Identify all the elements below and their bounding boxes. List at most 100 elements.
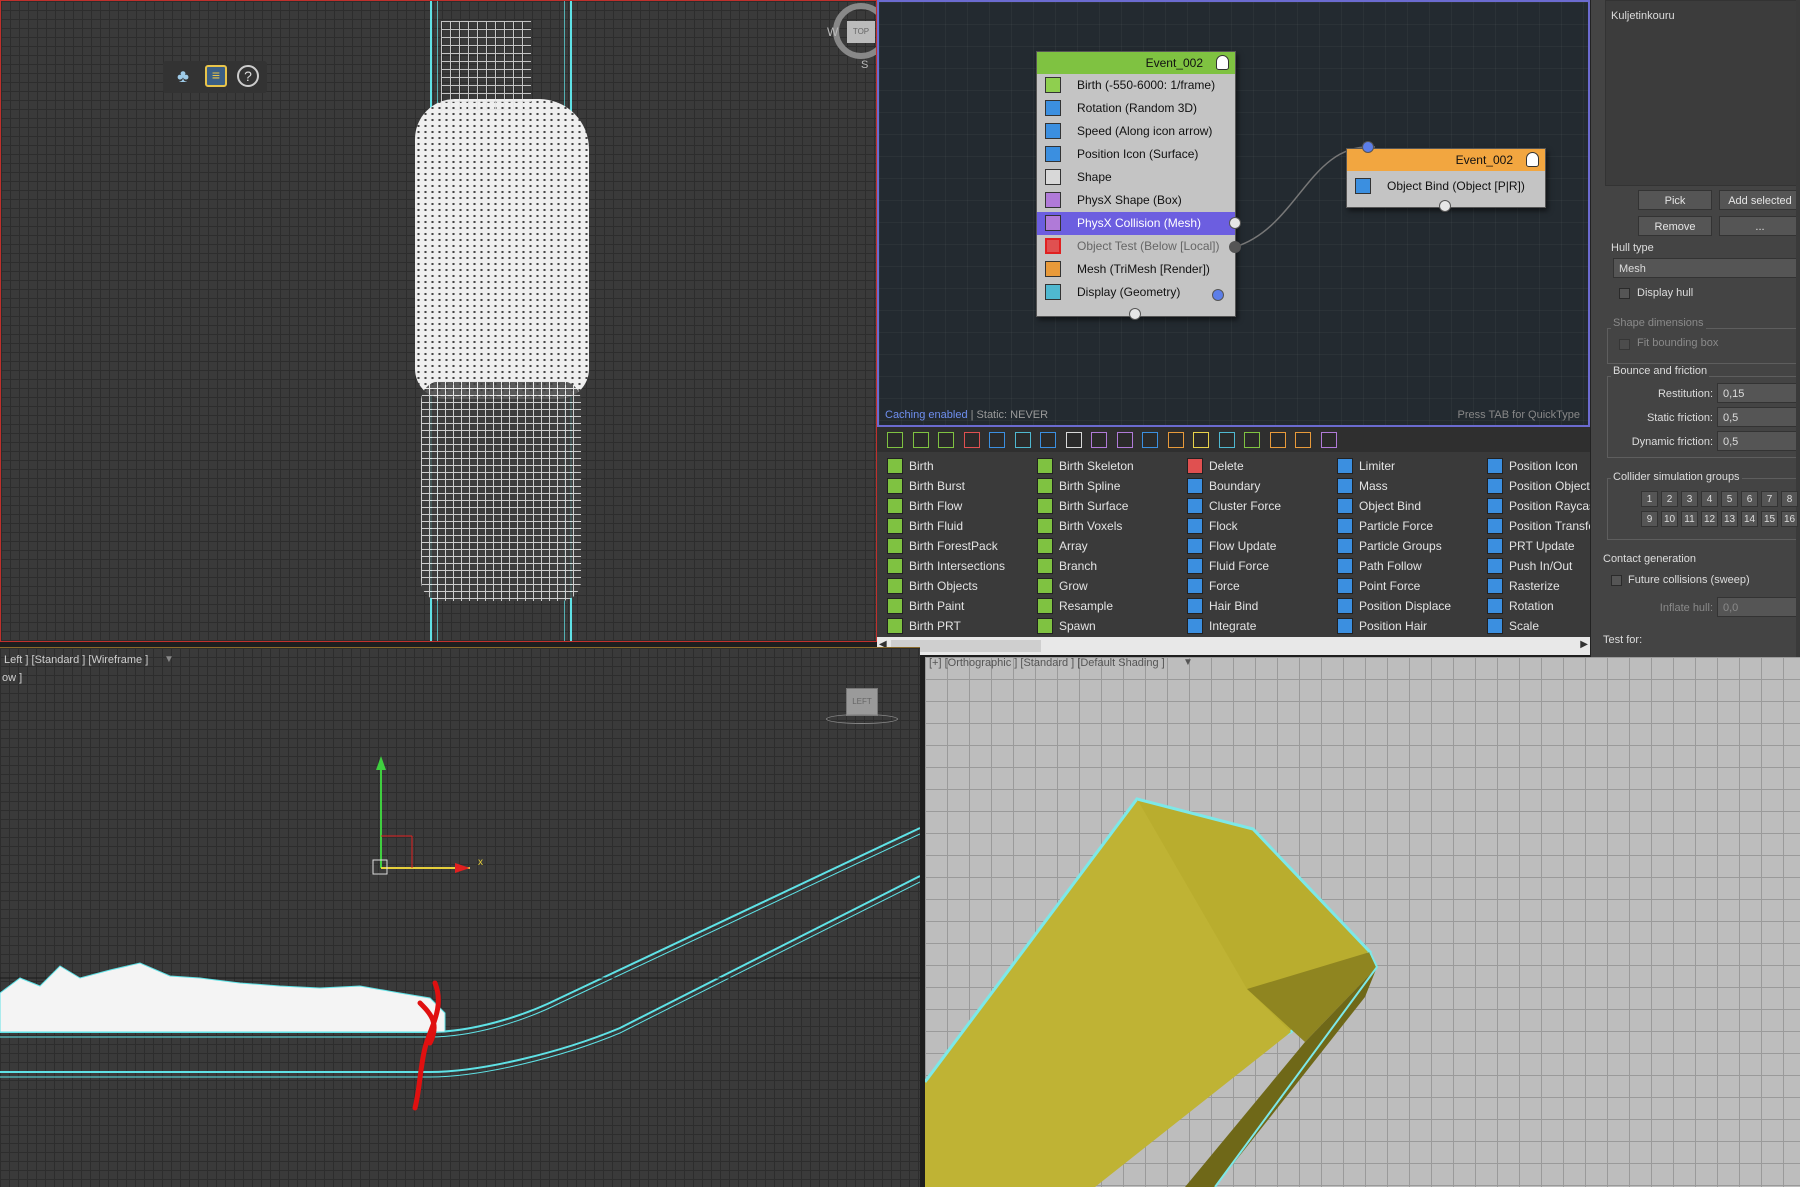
event-node-1[interactable]: Event_002 Birth (-550-6000: 1/frame) Rota… [1036,51,1236,317]
list-item[interactable]: Kuljetinkouru [1611,10,1675,22]
future-collisions-checkbox[interactable] [1611,575,1622,586]
depot-operator[interactable]: Integrate [1177,616,1327,636]
depot-operator[interactable]: Cluster Force [1177,496,1327,516]
depot-operator[interactable]: Delete [1177,456,1327,476]
group-number-button[interactable]: 1 [1641,491,1658,507]
view-cube-face[interactable]: TOP [847,21,875,43]
depot-operator[interactable]: Spawn [1027,616,1177,636]
depot-filter-icon[interactable] [1014,432,1031,448]
dynamic-friction-spinner[interactable]: 0,5 [1717,431,1800,451]
group-number-button[interactable]: 16 [1781,511,1798,527]
depot-operator[interactable]: Position Icon [1477,456,1590,476]
operator-row[interactable]: Position Icon (Surface) [1037,143,1235,166]
depot-operator[interactable]: Limiter [1327,456,1477,476]
event-header[interactable]: Event_002 [1347,149,1545,171]
display-color-swatch[interactable] [1212,289,1224,301]
depot-filter-icon[interactable] [1320,432,1337,448]
event-output-port[interactable] [1129,308,1141,320]
group-number-button[interactable]: 11 [1681,511,1698,527]
depot-operator[interactable]: Force [1177,576,1327,596]
group-number-button[interactable]: 3 [1681,491,1698,507]
depot-operator[interactable]: Array [1027,536,1177,556]
top-viewport[interactable]: ♣ ≡ ? TOP W S [0,0,877,642]
depot-operator[interactable]: Rasterize [1477,576,1590,596]
help-icon[interactable]: ? [237,65,259,87]
operator-row[interactable]: Rotation (Random 3D) [1037,97,1235,120]
depot-operator[interactable]: Position Hair [1327,616,1477,636]
depot-filter-icon[interactable] [938,432,954,448]
depot-filter-icon[interactable] [1040,432,1056,448]
trees-icon[interactable]: ♣ [171,64,195,88]
depot-operator[interactable]: Position Transfer [1477,516,1590,536]
depot-filter-icon[interactable] [1065,432,1082,448]
depot-filter-icon[interactable] [1295,432,1311,448]
operator-row[interactable]: Display (Geometry) [1037,281,1235,304]
group-number-button[interactable]: 13 [1721,511,1738,527]
depot-operator[interactable]: Mass [1327,476,1477,496]
depot-filter-icon[interactable] [963,432,980,448]
depot-operator[interactable]: Flow Update [1177,536,1327,556]
depot-operator[interactable]: Branch [1027,556,1177,576]
depot-operator[interactable]: Birth Spline [1027,476,1177,496]
depot-filter-icon[interactable] [912,432,929,448]
group-number-button[interactable]: 10 [1661,511,1678,527]
operator-row[interactable]: Speed (Along icon arrow) [1037,120,1235,143]
depot-operator[interactable]: Grow [1027,576,1177,596]
depot-filter-icon[interactable] [1269,432,1286,448]
depot-operator[interactable]: Birth Objects [877,576,1027,596]
depot-operator[interactable]: Birth PRT [877,616,1027,636]
hull-type-select[interactable]: Mesh [1613,258,1800,278]
depot-filter-icon[interactable] [1167,432,1184,448]
depot-filter-icon[interactable] [1091,432,1107,448]
depot-operator[interactable]: Push In/Out [1477,556,1590,576]
test-output-port[interactable] [1229,217,1241,229]
group-number-button[interactable]: 15 [1761,511,1778,527]
depot-filter-icon[interactable] [1218,432,1235,448]
event-node-2[interactable]: Event_002 Object Bind (Object [P|R]) [1346,148,1546,208]
operator-row[interactable]: Object Test (Below [Local]) [1037,235,1235,258]
restitution-spinner[interactable]: 0,15 [1717,383,1800,403]
scroll-right-arrow[interactable]: ▶ [1580,639,1588,650]
particle-view-canvas[interactable]: Event_002 Birth (-550-6000: 1/frame) Rota… [877,0,1590,427]
depot-operator[interactable]: Resample [1027,596,1177,616]
depot-operator[interactable]: Birth Surface [1027,496,1177,516]
display-hull-checkbox[interactable] [1619,288,1630,299]
group-number-button[interactable]: 8 [1781,491,1798,507]
depot-operator[interactable]: Birth Paint [877,596,1027,616]
depot-operator[interactable]: Position Displace [1327,596,1477,616]
fit-bounding-box-checkbox[interactable] [1619,339,1630,350]
depot-operator[interactable]: Path Follow [1327,556,1477,576]
operator-row[interactable]: PhysX Shape (Box) [1037,189,1235,212]
depot-filter-icon[interactable] [887,432,903,448]
group-number-button[interactable]: 7 [1761,491,1778,507]
depot-operator[interactable]: Birth Voxels [1027,516,1177,536]
event-input-port[interactable] [1362,141,1374,153]
group-number-button[interactable]: 6 [1741,491,1758,507]
depot-operator[interactable]: Birth Flow [877,496,1027,516]
event-header[interactable]: Event_002 [1037,52,1235,74]
group-number-button[interactable]: 5 [1721,491,1738,507]
panel-scrollbar[interactable] [1796,0,1800,657]
orthographic-viewport[interactable]: [+] [Orthographic ] [Standard ] [Default… [925,657,1800,1187]
depot-filter-icon[interactable] [1244,432,1260,448]
group-number-button[interactable]: 12 [1701,511,1718,527]
depot-filter-icon[interactable] [1116,432,1133,448]
group-number-button[interactable]: 14 [1741,511,1758,527]
operator-row[interactable]: Mesh (TriMesh [Render]) [1037,258,1235,281]
depot-operator[interactable]: Particle Force [1327,516,1477,536]
group-number-button[interactable]: 2 [1661,491,1678,507]
depot-operator[interactable]: PRT Update [1477,536,1590,556]
depot-operator[interactable]: Birth [877,456,1027,476]
list-icon[interactable]: ≡ [205,65,227,87]
pick-button[interactable]: Pick [1638,190,1712,210]
depot-operator[interactable]: Position Raycast [1477,496,1590,516]
group-number-button[interactable]: 4 [1701,491,1718,507]
depot-filter-icon[interactable] [1193,432,1209,448]
inflate-hull-spinner[interactable]: 0,0 [1717,597,1800,617]
operator-row[interactable]: Shape [1037,166,1235,189]
group-number-button[interactable]: 9 [1641,511,1658,527]
depot-operator[interactable]: Birth Intersections [877,556,1027,576]
depot-operator[interactable]: Boundary [1177,476,1327,496]
depot-operator[interactable]: Object Bind [1327,496,1477,516]
depot-operator[interactable]: Birth Fluid [877,516,1027,536]
